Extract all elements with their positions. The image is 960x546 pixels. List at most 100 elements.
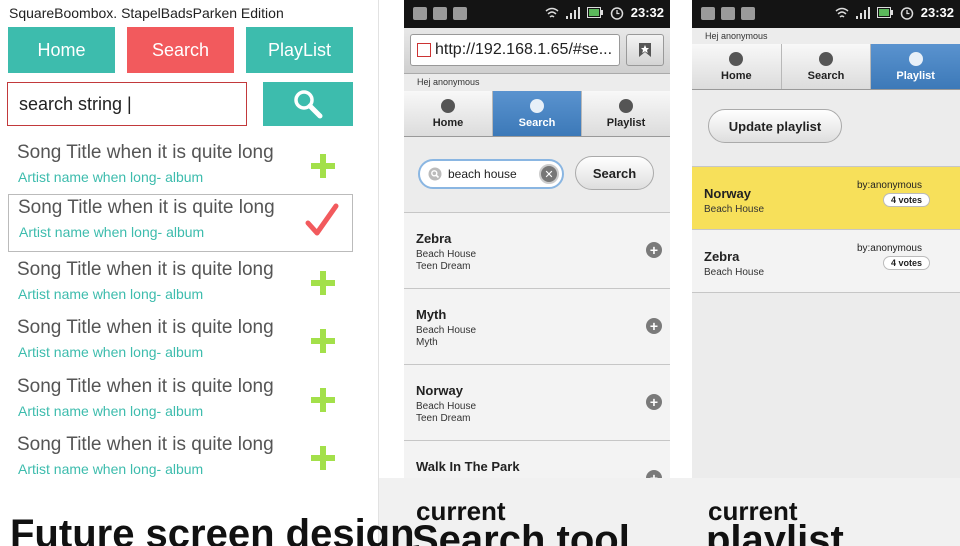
nav-home-button[interactable]: Home bbox=[8, 27, 115, 73]
home-icon bbox=[441, 98, 455, 113]
plus-icon[interactable] bbox=[303, 146, 343, 186]
greeting-text: Hej anonymous bbox=[417, 77, 480, 87]
clock: 23:32 bbox=[630, 5, 664, 20]
added-by: by:anonymous bbox=[856, 243, 922, 254]
add-icon[interactable]: + bbox=[646, 318, 662, 334]
notification-icon bbox=[701, 7, 715, 20]
tab-label: Home bbox=[721, 69, 752, 82]
caption-search-tool: Search tool bbox=[412, 518, 630, 546]
tab-bar: Home Search Playlist bbox=[692, 44, 960, 90]
notification-icon bbox=[453, 7, 467, 20]
notification-icon bbox=[741, 7, 755, 20]
playlist-screen: 23:32 Hej anonymous Home Search Playlist… bbox=[692, 0, 960, 478]
result-artist: Beach House bbox=[416, 325, 477, 336]
caption-playlist: playlist bbox=[706, 518, 844, 546]
plus-icon[interactable] bbox=[303, 321, 343, 361]
future-design-panel: SquareBoombox. StapelBadsParken Edition … bbox=[0, 0, 378, 546]
vote-count-badge[interactable]: 4 votes bbox=[882, 193, 930, 207]
result-artist: Beach House bbox=[416, 401, 477, 412]
song-artist: Artist name when long- album bbox=[18, 344, 204, 360]
result-item[interactable]: Norway Beach House Teen Dream + bbox=[404, 365, 670, 441]
result-album: Teen Dream bbox=[416, 261, 471, 272]
song-title: Song Title when it is quite long bbox=[17, 317, 274, 338]
add-icon[interactable]: + bbox=[646, 394, 662, 410]
song-item[interactable]: Song Title when it is quite long Artist … bbox=[8, 315, 353, 373]
playlist-item-now-playing[interactable]: Norway Beach House by:anonymous 4 votes bbox=[692, 166, 960, 230]
tab-search[interactable]: Search bbox=[493, 91, 582, 136]
grid-icon bbox=[619, 98, 633, 113]
plus-icon[interactable] bbox=[303, 380, 343, 420]
song-title: Song Title when it is quite long bbox=[17, 434, 274, 455]
song-artist: Artist name when long- album bbox=[18, 286, 204, 302]
result-album: Teen Dream bbox=[416, 413, 471, 424]
tab-search[interactable]: Search bbox=[781, 44, 872, 89]
search-input[interactable]: beach house ✕ bbox=[418, 159, 564, 189]
song-item[interactable]: Song Title when it is quite long Artist … bbox=[8, 432, 353, 490]
greeting-text: Hej anonymous bbox=[705, 31, 768, 41]
notification-icon bbox=[413, 7, 427, 20]
url-field[interactable]: http://192.168.1.65/#se... bbox=[410, 34, 620, 66]
magnifier-icon bbox=[294, 90, 323, 119]
status-bar: 23:32 bbox=[692, 0, 960, 28]
search-input-value: beach house bbox=[448, 167, 517, 181]
status-bar: 23:32 bbox=[404, 0, 670, 28]
tab-label: Search bbox=[807, 69, 845, 82]
nav-playlist-button[interactable]: PlayList bbox=[246, 27, 353, 73]
playlist-item[interactable]: Zebra Beach House by:anonymous 4 votes bbox=[692, 229, 960, 293]
add-icon[interactable]: + bbox=[646, 242, 662, 258]
nav-search-button[interactable]: Search bbox=[127, 27, 234, 73]
clear-icon[interactable]: ✕ bbox=[539, 164, 559, 184]
battery-icon bbox=[586, 7, 603, 18]
song-artist: Artist name when long- album bbox=[18, 461, 204, 477]
notification-icon bbox=[433, 7, 447, 20]
alarm-icon bbox=[900, 6, 913, 20]
plus-icon[interactable] bbox=[303, 438, 343, 478]
song-title: Song Title when it is quite long bbox=[17, 376, 274, 397]
result-item[interactable]: Zebra Beach House Teen Dream + bbox=[404, 213, 670, 289]
panel-divider bbox=[378, 0, 379, 546]
result-title: Myth bbox=[416, 307, 447, 322]
song-title: Song Title when it is quite long bbox=[17, 142, 274, 163]
tab-home[interactable]: Home bbox=[692, 44, 782, 89]
update-playlist-button[interactable]: Update playlist bbox=[708, 109, 842, 143]
result-album: Myth bbox=[416, 337, 438, 348]
wifi-icon bbox=[545, 7, 559, 18]
search-tool-screen: 23:32 http://192.168.1.65/#se... Hej ano… bbox=[404, 0, 670, 478]
search-input[interactable]: search string | bbox=[7, 82, 247, 126]
plus-icon[interactable] bbox=[303, 263, 343, 303]
tab-bar: Home Search Playlist bbox=[404, 91, 670, 137]
tab-playlist[interactable]: Playlist bbox=[871, 44, 960, 89]
track-artist: Beach House bbox=[704, 204, 765, 215]
checkmark-icon[interactable] bbox=[302, 201, 342, 241]
song-item[interactable]: Song Title when it is quite long Artist … bbox=[8, 257, 353, 315]
result-item[interactable]: Walk In The Park + bbox=[404, 441, 670, 478]
wifi-icon bbox=[835, 7, 849, 18]
song-artist: Artist name when long- album bbox=[18, 169, 204, 185]
song-item-selected[interactable]: Song Title when it is quite long Artist … bbox=[8, 194, 353, 252]
screenshot-root: SquareBoombox. StapelBadsParken Edition … bbox=[0, 0, 960, 546]
search-icon bbox=[819, 51, 833, 66]
url-text: http://192.168.1.65/#se... bbox=[435, 41, 613, 58]
tab-label: Playlist bbox=[896, 69, 935, 82]
song-item[interactable]: Song Title when it is quite long Artist … bbox=[8, 374, 353, 432]
tab-home[interactable]: Home bbox=[404, 91, 493, 136]
search-button[interactable]: Search bbox=[575, 156, 654, 190]
signal-icon bbox=[855, 6, 870, 19]
song-item[interactable]: Song Title when it is quite long Artist … bbox=[8, 140, 353, 198]
bookmark-button[interactable] bbox=[626, 34, 664, 66]
grid-icon bbox=[908, 51, 923, 66]
song-title: Song Title when it is quite long bbox=[18, 197, 275, 218]
tab-playlist[interactable]: Playlist bbox=[582, 91, 670, 136]
track-title: Zebra bbox=[704, 249, 740, 264]
bookmark-icon bbox=[639, 43, 651, 57]
vote-count-badge[interactable]: 4 votes bbox=[882, 256, 930, 270]
add-icon[interactable]: + bbox=[646, 470, 662, 478]
signal-icon bbox=[565, 6, 580, 19]
result-item[interactable]: Myth Beach House Myth + bbox=[404, 289, 670, 365]
search-icon bbox=[428, 167, 442, 181]
caption-future-design: Future screen design bbox=[10, 512, 415, 546]
search-button[interactable] bbox=[263, 82, 353, 126]
battery-icon bbox=[876, 7, 893, 18]
favicon-icon bbox=[417, 43, 431, 57]
alarm-icon bbox=[610, 6, 623, 20]
